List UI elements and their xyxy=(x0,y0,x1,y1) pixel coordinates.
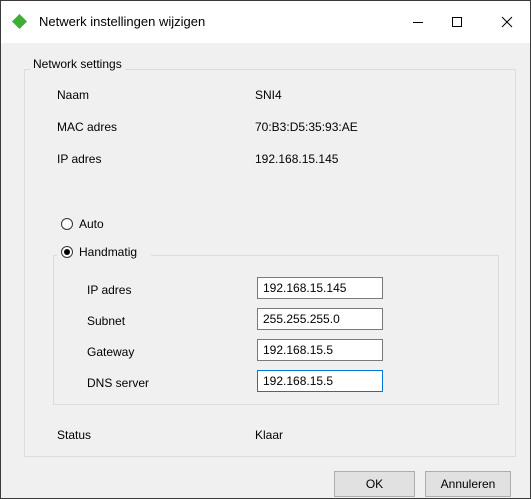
dns-label: DNS server xyxy=(87,376,150,390)
close-icon xyxy=(501,16,513,28)
naam-value: SNI4 xyxy=(255,88,282,102)
mac-value: 70:B3:D5:35:93:AE xyxy=(255,120,358,134)
mac-label: MAC adres xyxy=(57,120,118,134)
green-diamond-icon xyxy=(12,14,27,29)
network-settings-legend: Network settings xyxy=(30,57,125,71)
auto-label[interactable]: Auto xyxy=(79,217,104,231)
close-button[interactable] xyxy=(484,1,530,43)
status-label: Status xyxy=(57,428,92,442)
maximize-icon xyxy=(452,17,462,27)
auto-radio[interactable] xyxy=(61,218,73,230)
ip-address-input[interactable] xyxy=(257,277,383,299)
maximize-button[interactable] xyxy=(434,1,480,43)
ip-label: IP adres xyxy=(57,152,102,166)
dns-server-input[interactable] xyxy=(257,370,383,392)
dialog-window: Netwerk instellingen wijzigen Network se… xyxy=(0,0,531,499)
naam-label: Naam xyxy=(57,88,90,102)
ip-value: 192.168.15.145 xyxy=(255,152,339,166)
manual-ip-label: IP adres xyxy=(87,283,132,297)
manual-radio[interactable] xyxy=(61,246,73,258)
cancel-button[interactable]: Annuleren xyxy=(425,471,511,497)
subnet-label: Subnet xyxy=(87,314,126,328)
manual-label[interactable]: Handmatig xyxy=(79,245,137,259)
gateway-input[interactable] xyxy=(257,339,383,361)
gateway-label: Gateway xyxy=(87,345,135,359)
window-title: Netwerk instellingen wijzigen xyxy=(39,14,206,29)
subnet-input[interactable] xyxy=(257,308,383,330)
title-bar: Netwerk instellingen wijzigen xyxy=(1,1,530,43)
ok-button[interactable]: OK xyxy=(334,471,415,497)
status-value: Klaar xyxy=(255,428,284,442)
minimize-icon xyxy=(413,22,423,23)
